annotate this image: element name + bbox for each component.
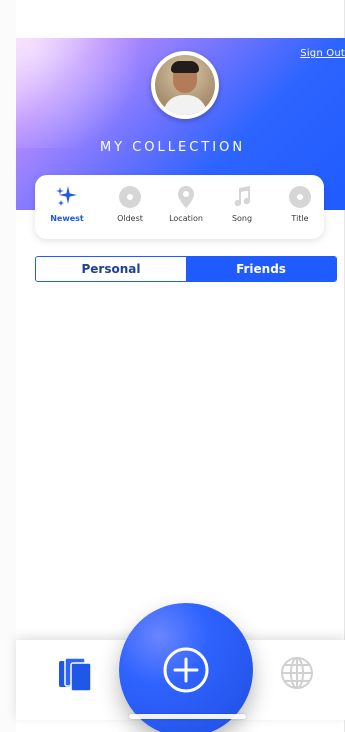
sort-option-label: Song [231, 214, 253, 223]
add-button[interactable] [119, 603, 253, 732]
location-pin-icon [178, 186, 194, 208]
sort-option-newest[interactable]: Newest [42, 183, 92, 237]
sort-option-label: Location [169, 214, 203, 223]
globe-icon[interactable] [279, 655, 315, 691]
tab-personal[interactable]: Personal [36, 257, 186, 281]
disc-icon [119, 186, 141, 208]
sort-option-label: Oldest [117, 214, 143, 223]
music-note-icon [234, 186, 251, 207]
sort-option-location[interactable]: Location [161, 183, 211, 237]
sort-options-card: Newest Oldest Location Song Title [35, 175, 324, 239]
disc-icon [289, 186, 311, 208]
avatar-photo [155, 55, 215, 115]
sort-option-title[interactable]: Title [275, 183, 325, 237]
tab-friends[interactable]: Friends [186, 257, 336, 281]
add-icon [163, 647, 209, 693]
collection-list [35, 290, 337, 630]
collection-scope-toggle: Personal Friends [35, 256, 337, 282]
sort-option-song[interactable]: Song [217, 183, 267, 237]
page-title: MY COLLECTION [99, 140, 246, 155]
stacked-cards-icon[interactable] [57, 655, 95, 695]
avatar-hair [171, 61, 199, 73]
avatar[interactable] [151, 51, 219, 119]
app-screen: Sign Out MY COLLECTION Newest Oldest Loc… [0, 0, 345, 732]
sort-option-oldest[interactable]: Oldest [105, 183, 155, 237]
sort-option-label: Title [291, 214, 309, 223]
sparkles-icon [56, 186, 77, 206]
sign-out-link[interactable]: Sign Out [300, 48, 345, 59]
left-edge-strip [0, 0, 16, 732]
sort-option-label: Newest [50, 214, 84, 223]
home-indicator [129, 714, 246, 719]
avatar-shirt [163, 95, 207, 115]
